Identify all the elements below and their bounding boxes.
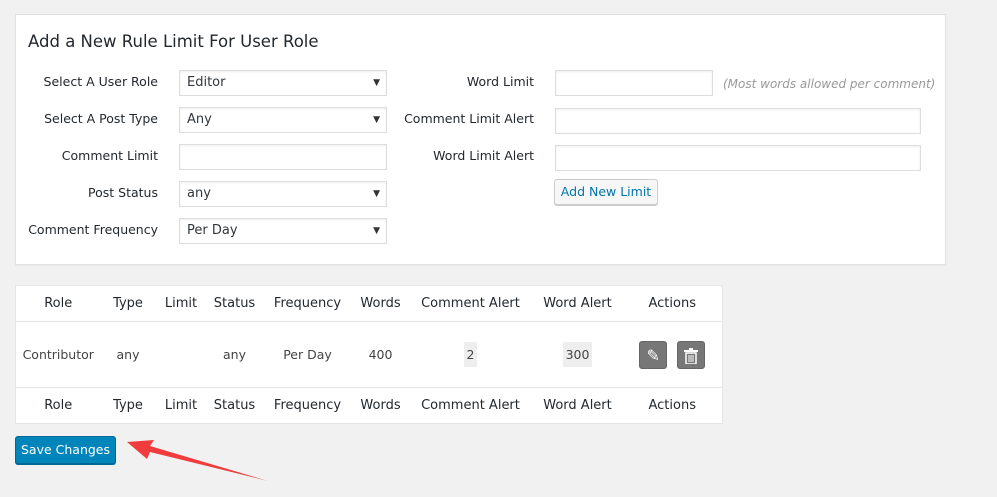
annotation-arrow-icon (127, 440, 268, 481)
